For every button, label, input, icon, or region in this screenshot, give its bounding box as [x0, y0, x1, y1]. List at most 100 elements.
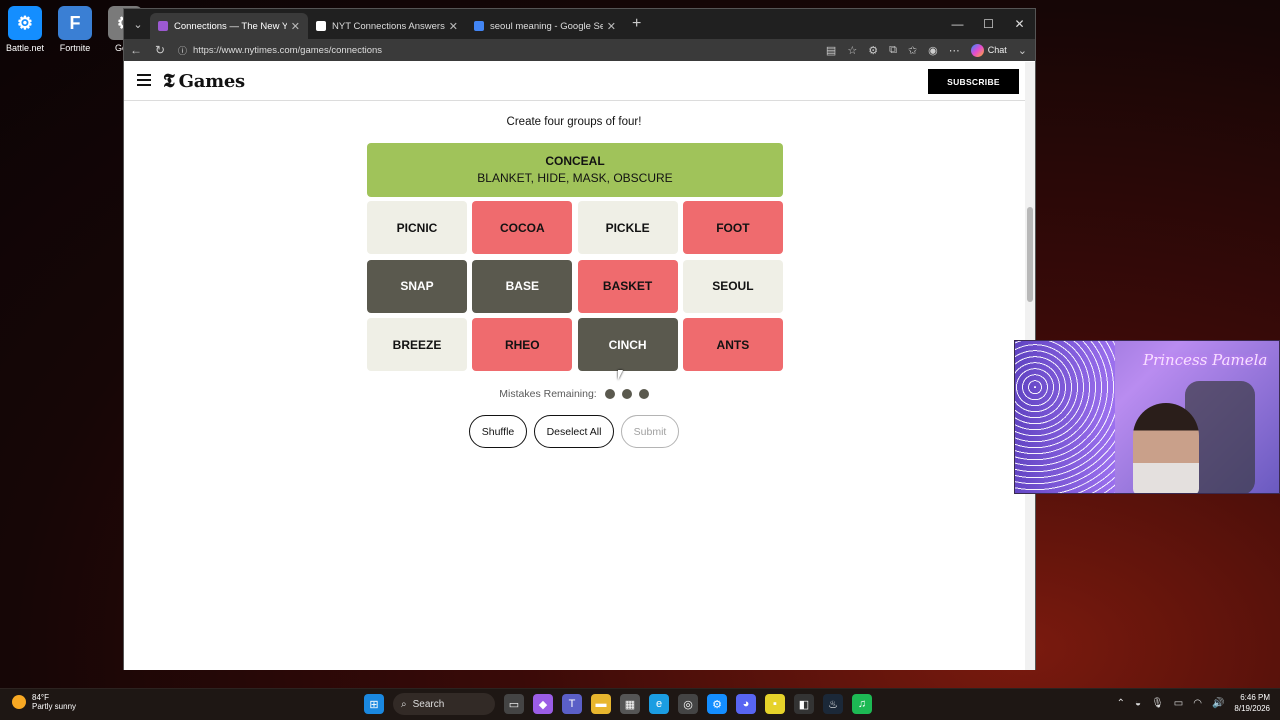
favorites-icon[interactable]: ✩: [908, 44, 917, 57]
word-card-cocoa[interactable]: COCOA: [472, 201, 573, 254]
word-grid: PICNIC COCOA PICKLE FOOT SNAP BASE BASKET SEOUL…: [367, 201, 783, 371]
word-card-rheo[interactable]: RHEO: [472, 318, 573, 371]
game-instructions: Create four groups of four!: [506, 116, 642, 128]
desktop-icon-fortnite[interactable]: F Fortnite: [50, 6, 100, 53]
copilot-chat-button[interactable]: Chat: [970, 43, 1007, 57]
nyt-games-logo[interactable]: 𝕿 Games: [163, 70, 245, 92]
copilot-taskbar-icon[interactable]: ◆: [533, 694, 553, 714]
word-card-ants[interactable]: ANTS: [682, 318, 783, 371]
word-card-seoul[interactable]: SEOUL: [682, 259, 783, 313]
file-explorer-icon[interactable]: ▬: [591, 694, 611, 714]
taskbar: 84°F Partly sunny ⊞ ⌕ Search ▭ ◆ T ▬ ▦ e…: [0, 688, 1280, 720]
split-icon[interactable]: ⧉: [889, 44, 897, 57]
browser-tab[interactable]: seoul meaning - Google Search ✕: [466, 13, 624, 39]
start-icon[interactable]: ⊞: [364, 694, 384, 714]
desktop-icon-label: Fortnite: [59, 43, 91, 53]
word-card-basket[interactable]: BASKET: [577, 259, 678, 313]
microphone-icon[interactable]: 🎙: [1151, 698, 1164, 709]
steam-icon[interactable]: ♨: [823, 694, 843, 714]
webcam-lights: [1015, 341, 1115, 493]
solved-category: CONCEAL: [545, 154, 605, 168]
store-icon[interactable]: ▦: [620, 694, 640, 714]
profile-icon[interactable]: ◉: [928, 44, 938, 57]
clock-date: 8/19/2026: [1234, 704, 1270, 713]
edge-icon[interactable]: e: [649, 694, 669, 714]
tray-overflow-icon[interactable]: ⌃: [1117, 698, 1125, 709]
mistake-dot: [621, 389, 632, 399]
weather-sun-icon: [12, 695, 26, 709]
url-field[interactable]: ⓘ https://www.nytimes.com/games/connecti…: [178, 44, 382, 57]
copilot-icon: [970, 43, 984, 57]
menu-icon[interactable]: [137, 74, 151, 89]
word-card-picnic[interactable]: PICNIC: [367, 201, 467, 254]
tab-bar: ⌄ Connections — The New York Times✕NYT C…: [124, 9, 1035, 39]
clock-time: 6:46 PM: [1240, 693, 1270, 702]
extensions-icon[interactable]: ⚙: [868, 44, 878, 57]
tab-actions-icon[interactable]: ⌄: [126, 12, 150, 36]
tab-close-icon[interactable]: ✕: [291, 20, 300, 33]
submit-button[interactable]: Submit: [621, 415, 679, 448]
chrome-icon[interactable]: ◎: [678, 694, 698, 714]
mistake-dot: [604, 389, 615, 399]
desktop-icon-battle-net[interactable]: ⚙ Battle.net: [0, 6, 50, 53]
streamer-name: Princess Pamela: [1143, 351, 1268, 369]
battlenet-icon[interactable]: ⚙: [707, 694, 727, 714]
shuffle-button[interactable]: Shuffle: [469, 415, 527, 448]
address-bar: ← ↻ ⓘ https://www.nytimes.com/games/conn…: [124, 39, 1035, 61]
games-wordmark: Games: [178, 70, 245, 92]
refresh-icon[interactable]: ↻: [148, 43, 172, 57]
word-card-cinch[interactable]: CINCH: [577, 318, 678, 371]
maximize-icon[interactable]: ☐: [973, 9, 1004, 39]
subscribe-button[interactable]: SUBSCRIBE: [928, 69, 1019, 94]
desktop-icon-label: Battle.net: [5, 43, 45, 53]
minimize-icon[interactable]: —: [942, 9, 973, 39]
task-view-icon[interactable]: ▭: [504, 694, 524, 714]
weather-widget[interactable]: 84°F Partly sunny: [12, 693, 76, 711]
sidebar-toggle-icon[interactable]: ⌄: [1018, 44, 1027, 57]
taskbar-search[interactable]: ⌕ Search: [393, 693, 495, 715]
scrollbar-thumb[interactable]: [1027, 207, 1033, 302]
more-icon[interactable]: ⋯: [949, 44, 960, 57]
tab-close-icon[interactable]: ✕: [449, 20, 458, 33]
tab-close-icon[interactable]: ✕: [607, 20, 616, 33]
favorite-star-icon[interactable]: ☆: [847, 44, 857, 57]
page-content: 𝕿 Games SUBSCRIBE Create four groups of …: [124, 62, 1027, 670]
reader-icon[interactable]: ▤: [826, 44, 836, 57]
display-icon[interactable]: ▭: [1174, 698, 1183, 709]
close-icon[interactable]: ✕: [1004, 9, 1035, 39]
network-icon[interactable]: ◠: [1193, 698, 1202, 709]
nyt-header: 𝕿 Games SUBSCRIBE: [124, 62, 1027, 101]
discord-icon[interactable]: ◕: [736, 694, 756, 714]
word-card-base[interactable]: BASE: [472, 259, 573, 313]
mistakes-label: Mistakes Remaining:: [499, 388, 597, 400]
solved-members: BLANKET, HIDE, MASK, OBSCURE: [477, 171, 673, 185]
word-card-pickle[interactable]: PICKLE: [577, 201, 678, 254]
epic-icon[interactable]: ◧: [794, 694, 814, 714]
clock[interactable]: 6:46 PM 8/19/2026: [1234, 692, 1270, 714]
word-card-snap[interactable]: SNAP: [367, 259, 467, 313]
url-text: https://www.nytimes.com/games/connection…: [193, 44, 383, 56]
weather-desc: Partly sunny: [32, 702, 77, 711]
weather-temp: 84°F: [32, 693, 49, 702]
spotify-icon[interactable]: ♫: [852, 694, 872, 714]
back-icon[interactable]: ←: [124, 43, 148, 57]
browser-tab[interactable]: NYT Connections Answers for Aug ✕: [308, 13, 466, 39]
volume-icon[interactable]: 🔊: [1212, 698, 1224, 709]
game-controls: Shuffle Deselect All Submit: [124, 415, 1024, 448]
mistake-dots: [604, 389, 649, 399]
tab-title: seoul meaning - Google Search: [490, 20, 603, 32]
chat-label: Chat: [987, 45, 1007, 55]
info-icon[interactable]: ⓘ: [178, 44, 187, 57]
favicon-icon: [158, 21, 168, 31]
favicon-icon: [316, 21, 326, 31]
word-card-breeze[interactable]: BREEZE: [367, 318, 467, 371]
notes-icon[interactable]: ▪: [765, 694, 785, 714]
teams-icon[interactable]: T: [562, 694, 582, 714]
mouse-cursor-icon: [618, 370, 628, 380]
new-tab-button[interactable]: +: [632, 15, 641, 33]
word-card-foot[interactable]: FOOT: [682, 201, 783, 254]
tray-app-icon[interactable]: ◒: [1135, 698, 1141, 709]
browser-tab[interactable]: Connections — The New York Times ✕: [150, 13, 308, 39]
window-controls: — ☐ ✕: [942, 9, 1035, 39]
deselect-all-button[interactable]: Deselect All: [534, 415, 614, 448]
